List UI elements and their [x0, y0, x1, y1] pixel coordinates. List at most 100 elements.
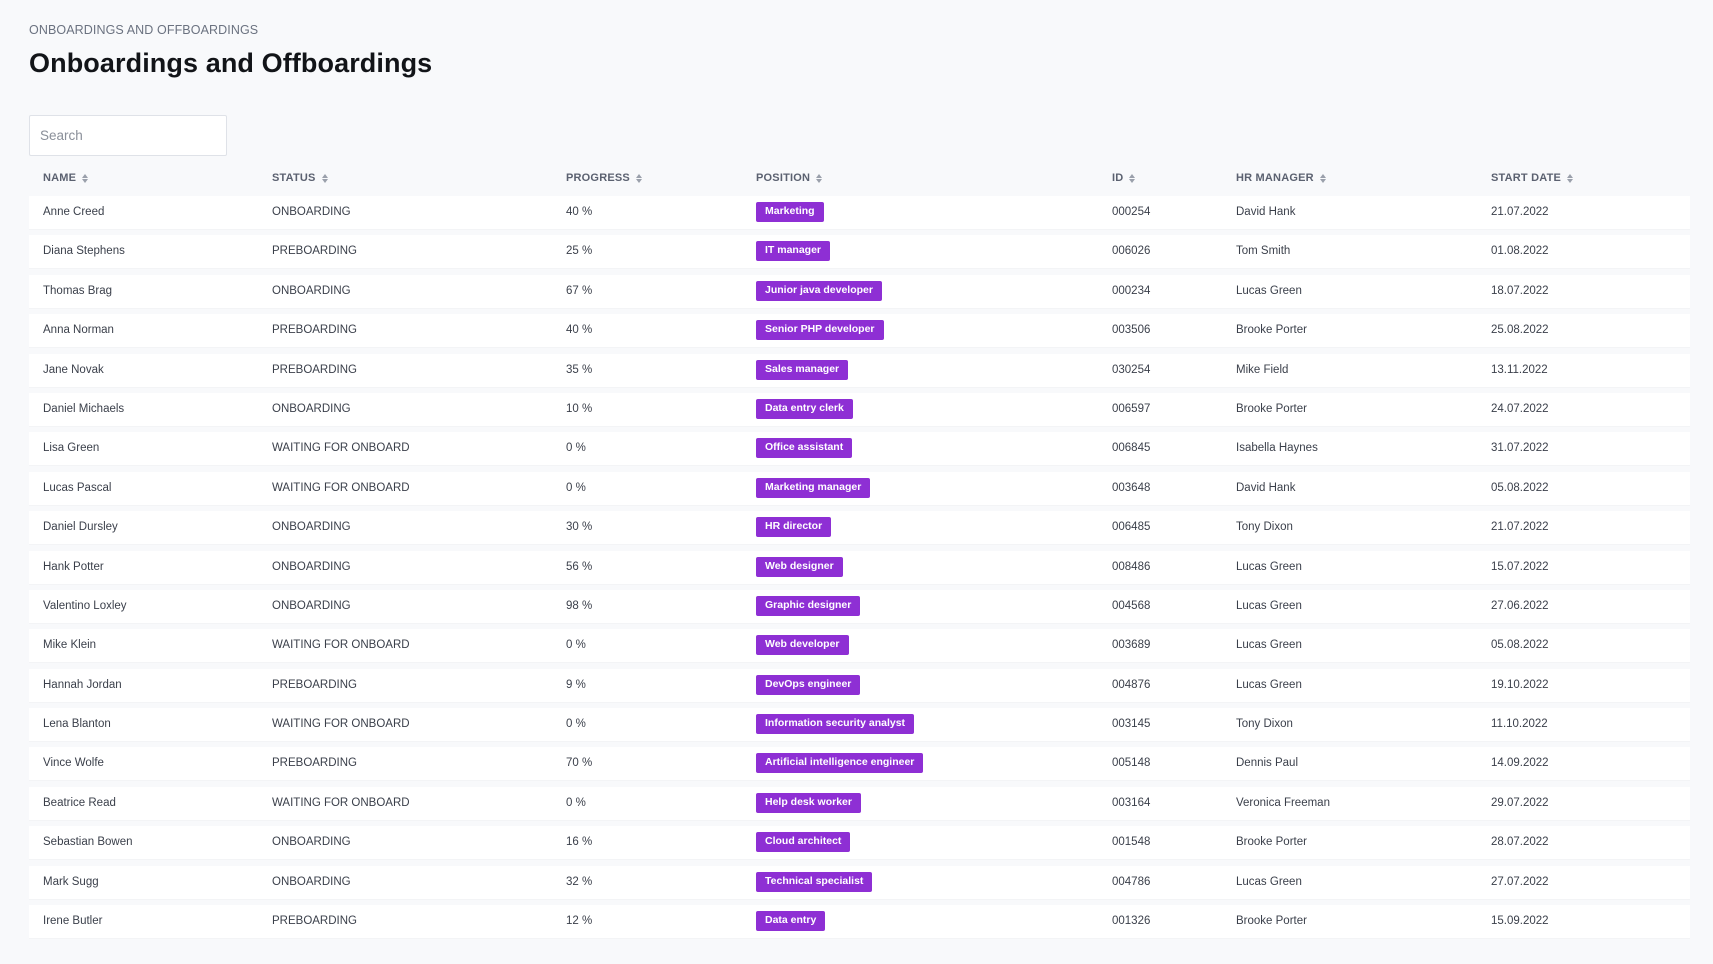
cell-name: Lucas Pascal [43, 481, 112, 494]
cell-position: Technical specialist [756, 866, 873, 899]
cell-status: WAITING FOR ONBOARD [272, 718, 410, 731]
cell-hr-manager: Veronica Freeman [1236, 796, 1330, 809]
cell-position: Graphic designer [756, 590, 861, 623]
cell-name: Mike Klein [43, 639, 97, 652]
cell-progress: 12 % [566, 915, 593, 928]
cell-position: Web designer [756, 551, 843, 584]
sort-icon[interactable] [321, 173, 328, 183]
column-header-name[interactable]: NAME [43, 172, 89, 184]
table-row[interactable]: Hank Potter ONBOARDING 56 % Web designer 008… [29, 550, 1690, 584]
position-badge: Marketing manager [756, 477, 871, 498]
cell-progress: 30 % [566, 521, 593, 534]
table-row[interactable]: Diana Stephens PREBOARDING 25 % IT manager 0… [29, 235, 1690, 269]
cell-hr-manager: Tony Dixon [1236, 521, 1293, 534]
cell-progress: 67 % [566, 284, 593, 297]
cell-position: Web developer [756, 629, 849, 662]
cell-start-date: 29.07.2022 [1491, 796, 1549, 809]
cell-hr-manager: David Hank [1236, 206, 1296, 218]
table-row[interactable]: Anne Creed ONBOARDING 40 % Marketing 000254 D… [29, 196, 1690, 229]
table-row[interactable]: Sebastian Bowen ONBOARDING 16 % Cloud archi… [29, 826, 1690, 860]
position-badge: Graphic designer [756, 595, 861, 616]
cell-status: PREBOARDING [272, 915, 357, 928]
position-badge: Cloud architect [756, 832, 851, 853]
cell-hr-manager: Mike Field [1236, 363, 1289, 376]
table-row[interactable]: Hannah Jordan PREBOARDING 9 % DevOps engine… [29, 668, 1690, 702]
cell-progress: 35 % [566, 363, 593, 376]
cell-start-date: 05.08.2022 [1491, 481, 1549, 494]
cell-name: Lisa Green [43, 442, 100, 455]
sort-icon[interactable] [1319, 173, 1326, 183]
column-header-hr-manager[interactable]: HR MANAGER [1236, 172, 1326, 184]
cell-status: WAITING FOR ONBOARD [272, 442, 410, 455]
onboardings-table: NAME STATUS PROGRESS POSITION ID HR MANA… [29, 160, 1690, 944]
table-row[interactable]: Anna Norman PREBOARDING 40 % Senior PHP dev… [29, 314, 1690, 348]
cell-start-date: 27.07.2022 [1491, 875, 1549, 888]
cell-start-date: 28.07.2022 [1491, 836, 1549, 849]
cell-name: Thomas Brag [43, 284, 113, 297]
table-row[interactable]: Mike Klein WAITING FOR ONBOARD 0 % Web deve… [29, 629, 1690, 663]
cell-progress: 32 % [566, 875, 593, 888]
column-header-status[interactable]: STATUS [272, 172, 328, 184]
cell-position: Senior PHP developer [756, 314, 884, 347]
column-header-label: POSITION [756, 172, 811, 184]
cell-id: 004568 [1112, 599, 1151, 612]
cell-progress: 40 % [566, 206, 593, 218]
cell-status: PREBOARDING [272, 363, 357, 376]
table-row[interactable]: Vince Wolfe PREBOARDING 70 % Artificial int… [29, 747, 1690, 781]
cell-status: ONBOARDING [272, 206, 351, 218]
cell-hr-manager: Brooke Porter [1236, 324, 1307, 337]
column-header-label: START DATE [1491, 172, 1562, 184]
table-row[interactable]: Lucas Pascal WAITING FOR ONBOARD 0 % Market… [29, 471, 1690, 505]
table-row[interactable]: Daniel Dursley ONBOARDING 30 % HR director 0… [29, 511, 1690, 545]
cell-name: Hank Potter [43, 560, 104, 573]
cell-position: Sales manager [756, 354, 849, 387]
position-badge: Senior PHP developer [756, 320, 884, 341]
sort-icon[interactable] [1129, 173, 1136, 183]
cell-id: 003648 [1112, 481, 1151, 494]
cell-status: PREBOARDING [272, 678, 357, 691]
cell-status: ONBOARDING [272, 521, 351, 534]
column-header-id[interactable]: ID [1112, 172, 1136, 184]
cell-status: ONBOARDING [272, 875, 351, 888]
column-header-label: NAME [43, 172, 77, 184]
column-header-progress[interactable]: PROGRESS [566, 172, 642, 184]
cell-position: Junior java developer [756, 275, 882, 308]
column-header-position[interactable]: POSITION [756, 172, 823, 184]
table-row[interactable]: Valentino Loxley ONBOARDING 98 % Graphic de… [29, 589, 1690, 623]
table-row[interactable]: Lisa Green WAITING FOR ONBOARD 0 % Office a… [29, 432, 1690, 466]
table-row[interactable]: Jane Novak PREBOARDING 35 % Sales manager 03… [29, 353, 1690, 387]
table-row[interactable]: Daniel Michaels ONBOARDING 10 % Data entry … [29, 392, 1690, 426]
cell-hr-manager: Lucas Green [1236, 639, 1302, 652]
table-row[interactable]: Beatrice Read WAITING FOR ONBOARD 0 % Help … [29, 786, 1690, 820]
table-row[interactable]: Lena Blanton WAITING FOR ONBOARD 0 % Inform… [29, 708, 1690, 742]
table-row[interactable]: Irene Butler PREBOARDING 12 % Data entry 001… [29, 905, 1690, 939]
sort-icon[interactable] [82, 173, 89, 183]
column-header-label: ID [1112, 172, 1124, 184]
position-badge: Technical specialist [756, 871, 873, 892]
cell-progress: 0 % [566, 718, 586, 731]
cell-name: Anna Norman [43, 324, 114, 337]
cell-status: ONBOARDING [272, 402, 351, 415]
cell-name: Vince Wolfe [43, 757, 104, 770]
sort-icon[interactable] [635, 173, 642, 183]
sort-icon[interactable] [816, 173, 823, 183]
cell-hr-manager: Lucas Green [1236, 875, 1302, 888]
cell-name: Hannah Jordan [43, 678, 122, 691]
column-header-start-date[interactable]: START DATE [1491, 172, 1574, 184]
cell-hr-manager: David Hank [1236, 481, 1296, 494]
cell-start-date: 15.09.2022 [1491, 915, 1549, 928]
cell-id: 008486 [1112, 560, 1151, 573]
column-header-label: HR MANAGER [1236, 172, 1314, 184]
table-row[interactable]: Thomas Brag ONBOARDING 67 % Junior java dev… [29, 274, 1690, 308]
cell-start-date: 13.11.2022 [1491, 363, 1548, 376]
breadcrumb[interactable]: ONBOARDINGS AND OFFBOARDINGS [29, 23, 258, 37]
cell-start-date: 18.07.2022 [1491, 284, 1549, 297]
cell-id: 001548 [1112, 836, 1151, 849]
cell-name: Sebastian Bowen [43, 836, 133, 849]
column-header-label: PROGRESS [566, 172, 630, 184]
search-input[interactable] [29, 115, 227, 156]
sort-icon[interactable] [1567, 173, 1574, 183]
table-row[interactable]: Mark Sugg ONBOARDING 32 % Technical special… [29, 865, 1690, 899]
cell-hr-manager: Lucas Green [1236, 678, 1302, 691]
page-title: Onboardings and Offboardings [29, 48, 433, 78]
